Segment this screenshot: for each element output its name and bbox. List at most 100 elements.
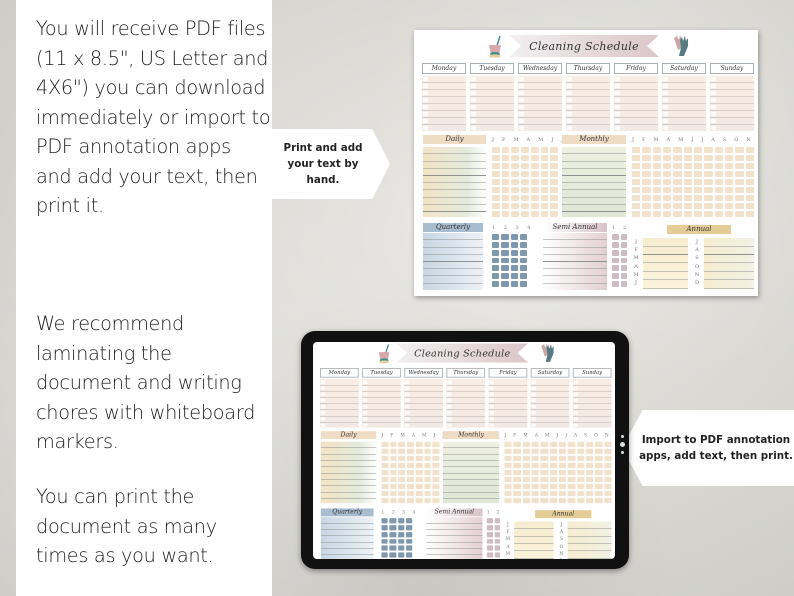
checkbox-cell[interactable]	[501, 241, 509, 248]
checkbox-cell[interactable]	[693, 203, 703, 209]
checkbox-cell[interactable]	[567, 497, 576, 504]
checkbox-cell[interactable]	[398, 483, 406, 490]
checkbox-cell[interactable]	[612, 257, 619, 264]
checkbox-cell[interactable]	[735, 187, 744, 193]
checkbox-cell[interactable]	[632, 163, 641, 169]
checkbox-cell[interactable]	[424, 469, 431, 476]
checkbox-cell[interactable]	[519, 234, 527, 240]
checkbox-cell[interactable]	[389, 545, 396, 551]
checkbox-cell[interactable]	[486, 545, 493, 551]
checkbox-cell[interactable]	[724, 211, 734, 217]
checkbox-cell[interactable]	[522, 490, 530, 497]
checkbox-cell[interactable]	[620, 241, 627, 248]
checkbox-cell[interactable]	[704, 171, 713, 177]
checkbox-cell[interactable]	[714, 195, 723, 201]
checkbox-cell[interactable]	[642, 171, 651, 177]
checkbox-cell[interactable]	[521, 203, 529, 209]
checkbox-cell[interactable]	[632, 195, 641, 201]
checkbox-cell[interactable]	[381, 552, 388, 558]
checkbox-cell[interactable]	[424, 490, 431, 497]
checkbox-cell[interactable]	[531, 448, 539, 455]
checkbox-cell[interactable]	[519, 257, 527, 264]
checkbox-cell[interactable]	[558, 497, 567, 504]
checkbox-cell[interactable]	[415, 441, 423, 447]
checkbox-cell[interactable]	[492, 163, 500, 169]
weekday-task-lines[interactable]	[362, 379, 401, 429]
checkbox-cell[interactable]	[540, 179, 549, 185]
checkbox-cell[interactable]	[576, 448, 585, 455]
checkbox-cell[interactable]	[693, 147, 703, 153]
checkbox-cell[interactable]	[390, 476, 397, 483]
checkbox-cell[interactable]	[501, 203, 510, 209]
checkbox-cell[interactable]	[693, 155, 703, 161]
checkbox-cell[interactable]	[521, 179, 529, 185]
checkbox-cell[interactable]	[398, 476, 406, 483]
checkbox-cell[interactable]	[513, 448, 521, 455]
checkbox-cell[interactable]	[567, 476, 576, 483]
checkbox-cell[interactable]	[704, 203, 713, 209]
checkbox-cell[interactable]	[550, 155, 558, 161]
checkbox-cell[interactable]	[486, 518, 493, 524]
checkbox-cell[interactable]	[632, 179, 641, 185]
checkbox-cell[interactable]	[662, 211, 672, 217]
checkbox-cell[interactable]	[714, 179, 723, 185]
checkbox-cell[interactable]	[405, 545, 413, 551]
checkbox-cell[interactable]	[714, 147, 723, 153]
checkbox-cell[interactable]	[405, 538, 413, 544]
checkbox-cell[interactable]	[704, 211, 713, 217]
checkbox-cell[interactable]	[576, 483, 585, 490]
checkbox-cell[interactable]	[714, 155, 723, 161]
checkbox-cell[interactable]	[549, 476, 558, 483]
checkbox-cell[interactable]	[683, 211, 692, 217]
checkbox-cell[interactable]	[397, 518, 405, 524]
checkbox-cell[interactable]	[595, 448, 603, 455]
checkbox-cell[interactable]	[492, 187, 500, 193]
checkbox-cell[interactable]	[424, 455, 431, 462]
checkbox-cell[interactable]	[486, 552, 493, 558]
checkbox-cell[interactable]	[492, 273, 500, 280]
checkbox-cell[interactable]	[531, 483, 539, 490]
checkbox-cell[interactable]	[724, 155, 734, 161]
checkbox-cell[interactable]	[501, 187, 510, 193]
checkbox-cell[interactable]	[540, 147, 549, 153]
checkbox-cell[interactable]	[513, 441, 521, 447]
checkbox-cell[interactable]	[604, 490, 612, 497]
checkbox-cell[interactable]	[398, 497, 406, 504]
checkbox-cell[interactable]	[632, 211, 641, 217]
checkbox-cell[interactable]	[662, 171, 672, 177]
checkbox-cell[interactable]	[407, 469, 414, 476]
checkbox-cell[interactable]	[492, 234, 500, 240]
checkbox-cell[interactable]	[389, 552, 396, 558]
checkbox-cell[interactable]	[531, 490, 539, 497]
checkbox-cell[interactable]	[673, 187, 682, 193]
checkbox-cell[interactable]	[504, 441, 512, 447]
checkbox-cell[interactable]	[586, 483, 594, 490]
checkbox-cell[interactable]	[501, 234, 509, 240]
checkbox-cell[interactable]	[530, 147, 539, 153]
checkbox-cell[interactable]	[567, 462, 576, 469]
checkbox-cell[interactable]	[549, 448, 558, 455]
checkbox-cell[interactable]	[492, 265, 500, 272]
checkbox-cell[interactable]	[522, 441, 530, 447]
checkbox-cell[interactable]	[513, 490, 521, 497]
checkbox-cell[interactable]	[550, 147, 558, 153]
checkbox-cell[interactable]	[510, 281, 518, 287]
checkbox-cell[interactable]	[415, 490, 423, 497]
checkbox-cell[interactable]	[381, 538, 388, 544]
checkbox-cell[interactable]	[745, 187, 754, 193]
checkbox-cell[interactable]	[494, 545, 501, 551]
checkbox-cell[interactable]	[530, 203, 539, 209]
checkbox-cell[interactable]	[683, 195, 692, 201]
weekday-task-lines[interactable]	[662, 76, 706, 132]
checkbox-cell[interactable]	[407, 497, 414, 504]
checkbox-cell[interactable]	[673, 203, 682, 209]
checkbox-cell[interactable]	[642, 195, 651, 201]
checkbox-cell[interactable]	[604, 448, 612, 455]
checkbox-cell[interactable]	[486, 524, 493, 531]
checkbox-cell[interactable]	[576, 497, 585, 504]
checkbox-cell[interactable]	[511, 195, 520, 201]
checkbox-cell[interactable]	[714, 163, 723, 169]
checkbox-cell[interactable]	[407, 448, 414, 455]
checkbox-cell[interactable]	[540, 203, 549, 209]
checkbox-cell[interactable]	[620, 249, 627, 256]
